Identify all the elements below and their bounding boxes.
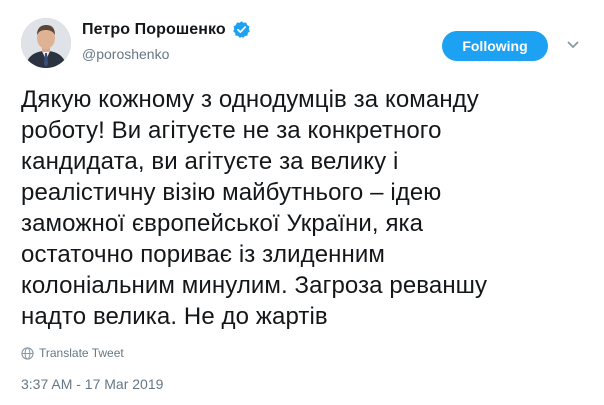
globe-icon — [21, 346, 34, 360]
tweet-text: Дякую кожному з однодумців за команду ро… — [21, 86, 488, 330]
author-handle[interactable]: @poroshenko — [82, 46, 169, 62]
verified-badge-icon — [232, 20, 251, 39]
translate-tweet-link[interactable]: Translate Tweet — [21, 346, 124, 360]
tweet-timestamp[interactable]: 3:37 AM - 17 Mar 2019 — [21, 376, 163, 392]
avatar-image — [21, 18, 71, 68]
following-button[interactable]: Following — [442, 31, 548, 61]
tweet-card: Петро Порошенко @poroshenko Following Дя… — [0, 0, 604, 405]
chevron-down-icon[interactable] — [566, 38, 580, 52]
translate-tweet-label: Translate Tweet — [39, 346, 124, 360]
author-display-name[interactable]: Петро Порошенко — [82, 21, 226, 39]
author-name-row: Петро Порошенко — [82, 20, 251, 39]
avatar[interactable] — [21, 18, 71, 68]
